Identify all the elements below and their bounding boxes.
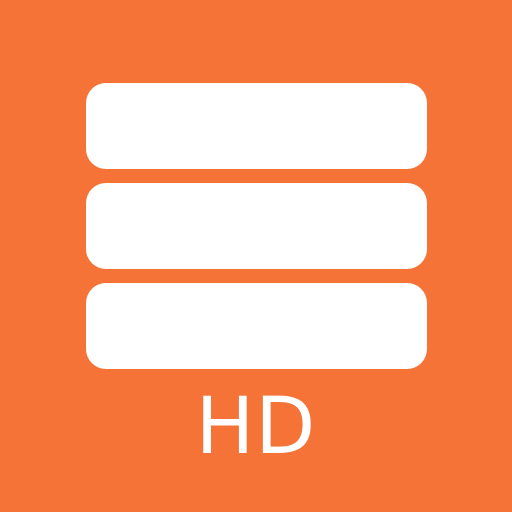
bottom-bar — [86, 283, 427, 369]
middle-bar — [86, 183, 427, 269]
top-bar — [86, 83, 427, 169]
hd-label: HD — [195, 382, 317, 472]
app-icon: HD — [0, 0, 512, 512]
